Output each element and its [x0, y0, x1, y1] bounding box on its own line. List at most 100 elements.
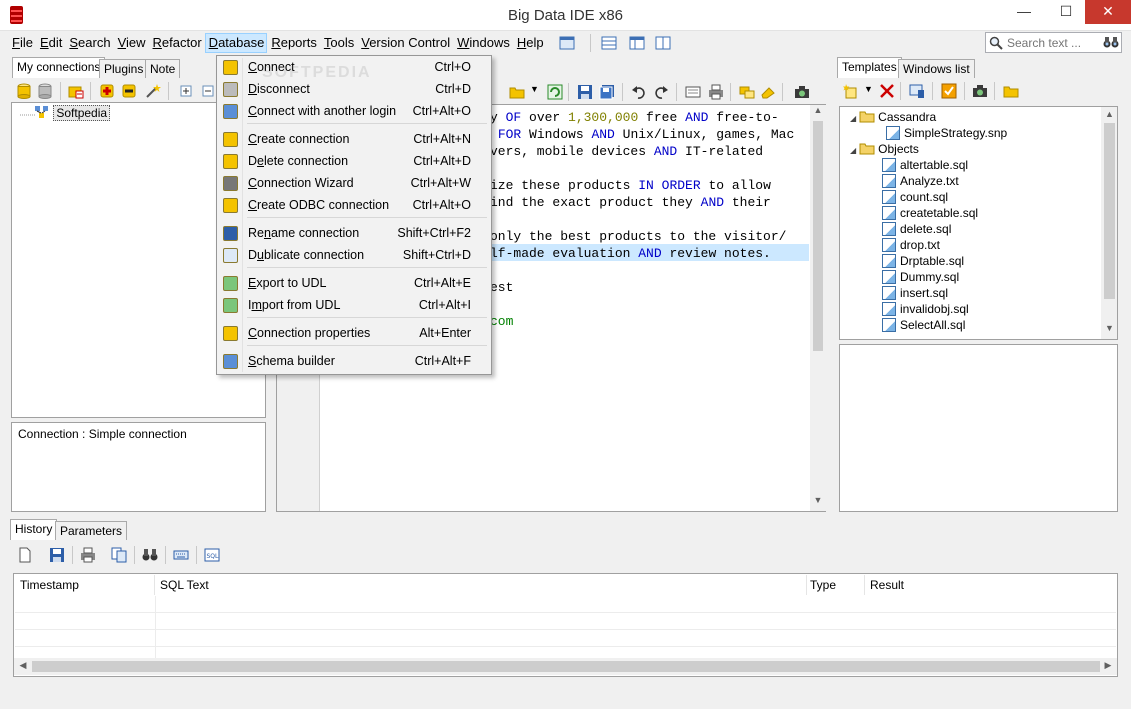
menu-item-export-to-udl[interactable]: Export to UDL Ctrl+Alt+E	[219, 273, 489, 294]
menu-item-disconnect[interactable]: Disconnect Ctrl+D	[219, 79, 489, 100]
save-all-icon[interactable]	[599, 84, 615, 100]
refresh-icon[interactable]	[547, 84, 563, 100]
column-header-timestamp[interactable]: Timestamp	[14, 575, 155, 595]
tab-templates[interactable]: Templates	[837, 57, 902, 78]
keyboard-icon[interactable]	[173, 547, 189, 563]
menu-version-control[interactable]: Version Control	[357, 33, 453, 53]
close-button[interactable]: ✕	[1085, 0, 1131, 24]
history-scroll-thumb[interactable]	[32, 661, 1100, 672]
menu-item-dublicate-connection[interactable]: Dublicate connection Shift+Ctrl+D	[219, 245, 489, 266]
check-template-icon[interactable]	[941, 83, 957, 99]
connect-icon[interactable]	[16, 83, 32, 99]
expand-all-icon[interactable]	[178, 83, 194, 99]
editor-vertical-scrollbar[interactable]: ▲ ▼	[810, 105, 826, 511]
template-item[interactable]: SimpleStrategy.snp	[886, 125, 1007, 141]
tree-folder-objects[interactable]: ◢ Objects	[850, 141, 919, 157]
code-line[interactable]: only the best products to the visitor/	[490, 228, 786, 245]
sql-icon[interactable]: SQL	[204, 547, 220, 563]
code-line[interactable]: vers, mobile devices AND IT-related	[490, 143, 763, 160]
create-connection-icon[interactable]	[99, 83, 115, 99]
menu-item-connect-with-another-login[interactable]: Connect with another login Ctrl+Alt+O	[219, 101, 489, 122]
code-line[interactable]: y OF over 1,300,000 free AND free-to-	[490, 109, 779, 126]
menu-windows[interactable]: Windows	[453, 33, 513, 53]
tree-expand-icon[interactable]: ◢	[850, 114, 856, 123]
menu-view[interactable]: View	[114, 33, 149, 53]
scroll-up-arrow-icon[interactable]: ▲	[810, 105, 826, 119]
column-header-result[interactable]: Result	[864, 575, 1116, 595]
tables-icon[interactable]	[739, 84, 755, 100]
history-horizontal-scrollbar[interactable]: ◀ ▶	[14, 658, 1117, 675]
code-line[interactable]: com	[490, 313, 513, 330]
scroll-left-arrow-icon[interactable]: ◀	[16, 660, 30, 671]
history-save-icon[interactable]	[49, 547, 65, 563]
column-header-sql-text[interactable]: SQL Text	[154, 575, 807, 595]
tab-my-connections[interactable]: My connections	[12, 57, 106, 78]
tab-parameters[interactable]: Parameters	[55, 521, 128, 540]
tab-note[interactable]: Note	[145, 59, 181, 78]
templates-scroll-thumb[interactable]	[1104, 123, 1115, 299]
dropdown-arrow-icon[interactable]: ▼	[530, 84, 539, 94]
menu-refactor[interactable]: Refactor	[149, 33, 205, 53]
template-item[interactable]: altertable.sql	[882, 157, 968, 173]
camera-icon[interactable]	[794, 84, 810, 100]
code-line[interactable]: ind the exact product they AND their	[490, 194, 771, 211]
tile-vertical-icon[interactable]	[629, 36, 645, 50]
search-input[interactable]	[1005, 35, 1105, 51]
snapshot-icon[interactable]	[972, 83, 988, 99]
template-item[interactable]: Analyze.txt	[882, 173, 959, 189]
template-item[interactable]: delete.sql	[882, 221, 951, 237]
menu-item-import-from-udl[interactable]: Import from UDL Ctrl+Alt+I	[219, 295, 489, 316]
column-header-type[interactable]: Type	[804, 575, 865, 595]
collapse-all-icon[interactable]	[200, 83, 216, 99]
tree-item-softpedia[interactable]: Softpedia	[34, 105, 111, 121]
scroll-down-arrow-icon[interactable]: ▼	[810, 495, 826, 509]
template-item[interactable]: drop.txt	[882, 237, 940, 253]
templates-scroll-up-icon[interactable]: ▲	[1101, 109, 1117, 119]
template-item[interactable]: Dummy.sql	[882, 269, 959, 285]
menu-file[interactable]: File	[8, 33, 36, 53]
templates-vertical-scrollbar[interactable]: ▲ ▼	[1101, 107, 1117, 339]
open-templates-folder-icon[interactable]	[1003, 83, 1019, 99]
menu-item-create-connection[interactable]: Create connection Ctrl+Alt+N	[219, 129, 489, 150]
tree-folder-cassandra[interactable]: ◢ Cassandra	[850, 109, 936, 125]
code-line[interactable]: ize these products IN ORDER to allow	[490, 177, 771, 194]
menu-help[interactable]: Help	[513, 33, 547, 53]
delete-connection-icon[interactable]	[121, 83, 137, 99]
insert-template-icon[interactable]	[909, 83, 925, 99]
open-folder-icon[interactable]	[509, 84, 525, 100]
search-box[interactable]	[985, 32, 1122, 53]
menu-search[interactable]: Search	[65, 33, 113, 53]
print-preview-icon[interactable]	[685, 84, 701, 100]
tab-windows-list[interactable]: Windows list	[898, 59, 975, 78]
delete-icon[interactable]	[879, 83, 895, 99]
menu-item-rename-connection[interactable]: Rename connection Shift+Ctrl+F2	[219, 223, 489, 244]
menu-item-schema-builder[interactable]: Schema builder Ctrl+Alt+F	[219, 351, 489, 372]
template-item[interactable]: insert.sql	[882, 285, 948, 301]
tab-history[interactable]: History	[10, 519, 58, 540]
folder-db-icon[interactable]	[68, 83, 84, 99]
new-template-icon[interactable]	[843, 83, 859, 99]
menu-database[interactable]: Database	[204, 33, 268, 53]
redo-icon[interactable]	[653, 84, 669, 100]
print-icon[interactable]	[708, 84, 724, 100]
undo-icon[interactable]	[631, 84, 647, 100]
menu-item-create-odbc-connection[interactable]: Create ODBC connection Ctrl+Alt+O	[219, 195, 489, 216]
scroll-right-arrow-icon[interactable]: ▶	[1101, 660, 1115, 671]
table-row[interactable]	[15, 613, 1116, 630]
tile-horizontal-icon[interactable]	[601, 36, 617, 50]
table-row[interactable]	[15, 630, 1116, 647]
template-item[interactable]: count.sql	[882, 189, 948, 205]
menu-item-connection-properties[interactable]: Connection properties Alt+Enter	[219, 323, 489, 344]
history-print-icon[interactable]	[80, 547, 96, 563]
menu-reports[interactable]: Reports	[267, 33, 320, 53]
template-item[interactable]: SelectAll.sql	[882, 317, 965, 333]
editor-scroll-thumb[interactable]	[813, 121, 823, 351]
copy-icon[interactable]	[111, 547, 127, 563]
maximize-button[interactable]: ☐	[1046, 0, 1086, 24]
find-icon[interactable]	[142, 547, 158, 563]
wizard-icon[interactable]	[145, 83, 161, 99]
menu-item-connection-wizard[interactable]: Connection Wizard Ctrl+Alt+W	[219, 173, 489, 194]
menu-item-delete-connection[interactable]: Delete connection Ctrl+Alt+D	[219, 151, 489, 172]
cascade-icon[interactable]	[655, 36, 671, 50]
new-dropdown-arrow-icon[interactable]: ▼	[864, 84, 873, 94]
